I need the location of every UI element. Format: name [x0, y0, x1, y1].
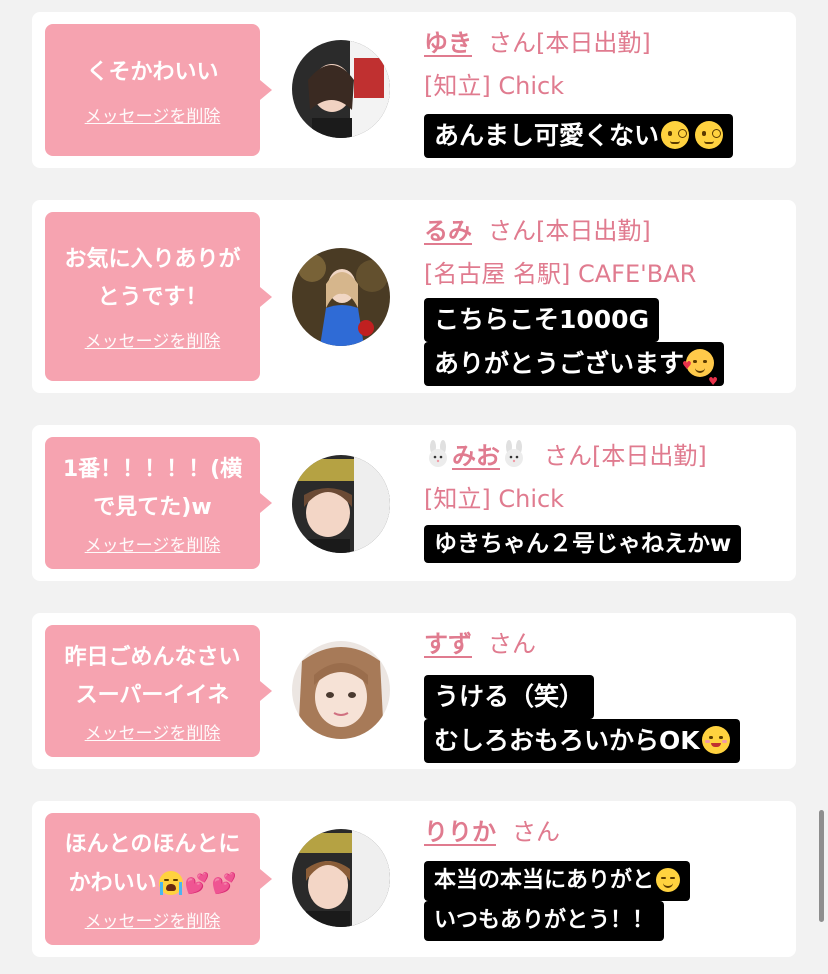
message-card: お気に入りありがとうです！ メッセージを削除 るみ さん[本日出勤] [名古屋 名… — [32, 200, 796, 393]
reply-info: すず さん うける（笑） むしろおもろいからOK — [424, 627, 794, 763]
reply-text: むしろおもろいからOK — [424, 719, 740, 763]
avatar[interactable] — [292, 40, 390, 138]
reply-text: うける（笑） — [424, 675, 595, 719]
smiling-face-with-hearts-emoji-icon: ♥ ♥ — [682, 349, 718, 388]
cast-name-link[interactable]: るみ — [424, 217, 472, 245]
avatar[interactable] — [292, 455, 390, 553]
work-status: [本日出勤] — [536, 217, 651, 245]
cast-name-link[interactable]: ゆき — [424, 29, 472, 57]
sent-message-text: ほんとのほんとにかわいい 💕 💕 — [49, 826, 257, 903]
cast-name-text: みお — [452, 442, 500, 470]
sent-message-bubble: お気に入りありがとうです！ メッセージを削除 — [45, 212, 272, 381]
name-suffix: さん — [488, 630, 536, 658]
reply-text: ゆきちゃん２号じゃねえかw — [424, 525, 742, 563]
rabbit-face-emoji-icon — [505, 440, 523, 467]
scrollbar[interactable] — [819, 810, 824, 922]
work-status: [本日出勤] — [592, 442, 707, 470]
relieved-face-emoji-icon — [656, 868, 681, 892]
cast-name-link[interactable]: すず — [424, 630, 472, 658]
avatar[interactable] — [292, 641, 390, 739]
avatar[interactable] — [292, 248, 390, 346]
name-suffix: さん — [488, 29, 536, 57]
work-status: [本日出勤] — [536, 29, 651, 57]
reply-line-1: うける（笑） — [434, 682, 585, 711]
monocle-face-emoji-icon — [695, 121, 724, 149]
two-hearts-emoji-icon: 💕 — [211, 871, 237, 895]
reply-line-2: むしろおもろいからOK — [434, 726, 700, 755]
message-card: ほんとのほんとにかわいい 💕 💕 メッセージを削除 りりか さん 本当の本当にありがと… — [32, 801, 796, 957]
shop-name: [知立] Chick — [424, 72, 565, 100]
loudly-crying-face-emoji-icon — [158, 871, 183, 895]
reply-info: りりか さん 本当の本当にありがと いつもありがとう！！ — [424, 815, 794, 941]
smiling-face-emoji-icon — [701, 726, 730, 754]
sent-message-bubble: 1番！！！！！(横で見てた)w メッセージを削除 — [45, 437, 272, 569]
reply-text: いつもありがとう！！ — [424, 901, 665, 941]
reply-info: るみ さん[本日出勤] [名古屋 名駅] CAFE'BAR こちらこそ1000G … — [424, 214, 794, 388]
rabbit-face-emoji-icon — [429, 440, 447, 467]
reply-line-1: ゆきちゃん２号じゃねえかw — [434, 531, 732, 557]
reply-info: みお さん[本日出勤] [知立] Chick ゆきちゃん２号じゃねえかw — [424, 439, 794, 563]
sent-message-bubble: 昨日ごめんなさいスーパーイイネ メッセージを削除 — [45, 625, 272, 757]
sent-message-bubble: ほんとのほんとにかわいい 💕 💕 メッセージを削除 — [45, 813, 272, 945]
name-suffix: さん — [488, 217, 536, 245]
sent-message-text: お気に入りありがとうです！ — [64, 247, 241, 310]
two-hearts-emoji-icon: 💕 — [184, 871, 210, 895]
reply-line-1: こちらこそ1000G — [434, 305, 650, 334]
cast-name-link[interactable]: みお — [424, 440, 528, 470]
reply-line-1: 本当の本当にありがと — [434, 868, 655, 893]
reply-text: 本当の本当にありがと — [424, 861, 691, 901]
name-suffix: さん — [512, 818, 560, 846]
reply-text: ありがとうございます ♥ ♥ — [424, 342, 725, 388]
delete-message-link[interactable]: メッセージを削除 — [85, 719, 221, 744]
sent-message-bubble: くそかわいい メッセージを削除 — [45, 24, 272, 156]
shop-name: [知立] Chick — [424, 485, 565, 513]
reply-line-2: ありがとうございます — [434, 349, 685, 378]
sent-message-text: 昨日ごめんなさいスーパーイイネ — [64, 644, 241, 708]
delete-message-link[interactable]: メッセージを削除 — [85, 531, 221, 556]
delete-message-link[interactable]: メッセージを削除 — [85, 102, 221, 127]
message-card: くそかわいい メッセージを削除 ゆき さん[本日出勤] [知立] Chick あん… — [32, 12, 796, 168]
message-card: 1番！！！！！(横で見てた)w メッセージを削除 みお さん[本日出勤] [知立]… — [32, 425, 796, 581]
shop-name: [名古屋 名駅] CAFE'BAR — [424, 260, 697, 288]
cast-name-link[interactable]: りりか — [424, 818, 496, 846]
reply-line-1: あんまし可愛くない — [434, 121, 660, 150]
monocle-face-emoji-icon — [661, 121, 690, 149]
message-card: 昨日ごめんなさいスーパーイイネ メッセージを削除 すず さん うける（笑） むしろ… — [32, 613, 796, 769]
name-suffix: さん — [544, 442, 592, 470]
avatar[interactable] — [292, 829, 390, 927]
sent-message-text: くそかわいい — [86, 59, 219, 85]
reply-line-2: いつもありがとう！！ — [434, 908, 655, 933]
sent-message-text: 1番！！！！！(横で見てた)w — [62, 456, 243, 520]
reply-info: ゆき さん[本日出勤] [知立] Chick あんまし可愛くない — [424, 26, 794, 158]
reply-text: こちらこそ1000G — [424, 298, 660, 342]
reply-text: あんまし可愛くない — [424, 114, 734, 158]
delete-message-link[interactable]: メッセージを削除 — [85, 327, 221, 352]
delete-message-link[interactable]: メッセージを削除 — [85, 907, 221, 932]
